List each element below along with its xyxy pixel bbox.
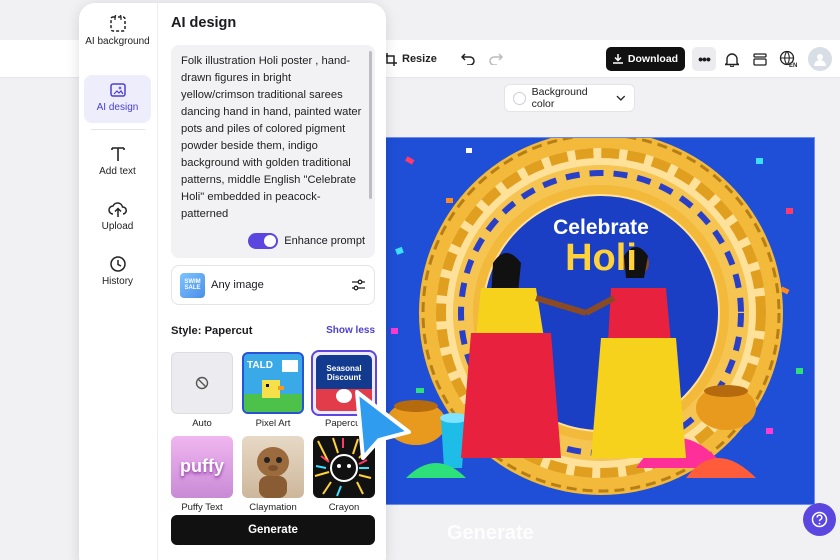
bell-icon bbox=[725, 52, 739, 67]
none-icon bbox=[195, 376, 209, 390]
redo-button[interactable] bbox=[486, 40, 506, 78]
prompt-scrollbar[interactable] bbox=[369, 51, 372, 199]
style-name: Claymation bbox=[249, 502, 297, 513]
help-button[interactable] bbox=[803, 503, 836, 536]
tool-rail: AI background AI design Add text Upload … bbox=[79, 3, 158, 560]
layers-icon bbox=[753, 52, 767, 66]
style-label: Style: Papercut bbox=[171, 325, 253, 337]
style-name: Auto bbox=[192, 418, 212, 429]
rail-item-label: Upload bbox=[101, 221, 134, 232]
background-color-dropdown[interactable]: Background color bbox=[504, 84, 635, 112]
resize-button[interactable]: Resize bbox=[384, 40, 437, 78]
style-thumbnail: puffy bbox=[171, 436, 233, 498]
download-icon bbox=[612, 54, 623, 64]
panel-content: AI design Folk illustration Holi poster … bbox=[159, 3, 386, 560]
image-selector-label: Any image bbox=[211, 279, 264, 291]
style-name: Pixel Art bbox=[255, 418, 291, 429]
enhance-prompt-toggle[interactable]: Enhance prompt bbox=[248, 233, 365, 249]
style-card-puffy-text[interactable]: puffy Puffy Text bbox=[171, 436, 233, 513]
style-thumb-text: puffy bbox=[180, 456, 224, 476]
rail-item-ai-background[interactable]: AI background bbox=[84, 9, 151, 67]
panel-title: AI design bbox=[171, 15, 237, 31]
ai-design-panel: AI background AI design Add text Upload … bbox=[79, 3, 386, 560]
rail-item-label: AI background bbox=[85, 36, 150, 47]
globe-icon: EN bbox=[779, 50, 797, 68]
rail-item-label: Add text bbox=[99, 166, 136, 177]
rail-item-ai-design[interactable]: AI design bbox=[84, 75, 151, 123]
user-icon bbox=[814, 54, 826, 66]
ghost-generate-label: Generate bbox=[447, 522, 534, 544]
enhance-prompt-label: Enhance prompt bbox=[284, 235, 365, 247]
undo-icon bbox=[461, 53, 475, 65]
language-button[interactable]: EN bbox=[778, 49, 798, 69]
show-less-link[interactable]: Show less bbox=[326, 325, 375, 336]
style-card-claymation[interactable]: Claymation bbox=[242, 436, 304, 513]
pointer-cursor-icon bbox=[355, 390, 411, 460]
layers-button[interactable] bbox=[750, 49, 770, 69]
rail-item-upload[interactable]: Upload bbox=[84, 194, 151, 238]
holi-poster-image[interactable]: Celebrate Holi bbox=[385, 137, 815, 505]
style-card-auto[interactable]: Auto bbox=[171, 352, 233, 429]
prompt-text[interactable]: Folk illustration Holi poster , hand-dra… bbox=[181, 53, 363, 223]
download-button[interactable]: Download bbox=[606, 47, 685, 71]
svg-text:EN: EN bbox=[789, 63, 797, 68]
sparkle-image-icon bbox=[109, 83, 126, 97]
style-name: Crayon bbox=[328, 502, 360, 513]
rail-item-history[interactable]: History bbox=[84, 249, 151, 293]
image-settings-button[interactable] bbox=[350, 277, 366, 293]
background-color-label: Background color bbox=[531, 86, 588, 110]
rail-divider bbox=[91, 129, 145, 130]
undo-button[interactable] bbox=[458, 40, 478, 78]
reference-image-selector[interactable]: SWIM SALE Any image bbox=[171, 265, 375, 305]
chevron-down-icon bbox=[616, 95, 626, 101]
style-thumb-text: TALD bbox=[247, 360, 273, 371]
style-name: Puffy Text bbox=[181, 502, 223, 513]
style-thumbnail bbox=[242, 436, 304, 498]
style-thumb-text: Seasonal Discount bbox=[326, 364, 362, 382]
download-label: Download bbox=[627, 53, 679, 65]
redo-icon bbox=[489, 53, 503, 65]
poster-artwork bbox=[386, 138, 803, 495]
claymation-preview bbox=[257, 447, 289, 498]
image-thumbnail-text: SWIM SALE bbox=[184, 279, 201, 291]
resize-label: Resize bbox=[402, 53, 437, 65]
clock-icon bbox=[109, 256, 126, 272]
question-icon bbox=[811, 511, 828, 528]
sliders-icon bbox=[351, 279, 365, 291]
dashed-frame-icon bbox=[109, 15, 126, 32]
rail-item-add-text[interactable]: Add text bbox=[84, 139, 151, 183]
prompt-textarea[interactable]: Folk illustration Holi poster , hand-dra… bbox=[171, 45, 375, 258]
cloud-upload-icon bbox=[107, 202, 127, 217]
image-thumbnail: SWIM SALE bbox=[180, 272, 205, 298]
rail-item-label: AI design bbox=[96, 102, 139, 113]
notification-button[interactable] bbox=[722, 49, 742, 69]
rail-item-label: History bbox=[101, 276, 134, 287]
generate-button[interactable]: Generate bbox=[171, 515, 375, 545]
style-thumbnail: TALD bbox=[242, 352, 304, 414]
style-card-pixel-art[interactable]: TALD Pixel Art bbox=[242, 352, 304, 429]
more-button[interactable]: ••• bbox=[692, 47, 716, 71]
toggle-switch[interactable] bbox=[248, 233, 279, 249]
more-icon: ••• bbox=[698, 51, 711, 67]
text-t-icon bbox=[110, 147, 125, 161]
style-thumbnail bbox=[171, 352, 233, 414]
user-avatar[interactable] bbox=[808, 47, 832, 71]
poster-title-holi: Holi bbox=[565, 237, 637, 279]
color-swatch bbox=[513, 91, 526, 105]
